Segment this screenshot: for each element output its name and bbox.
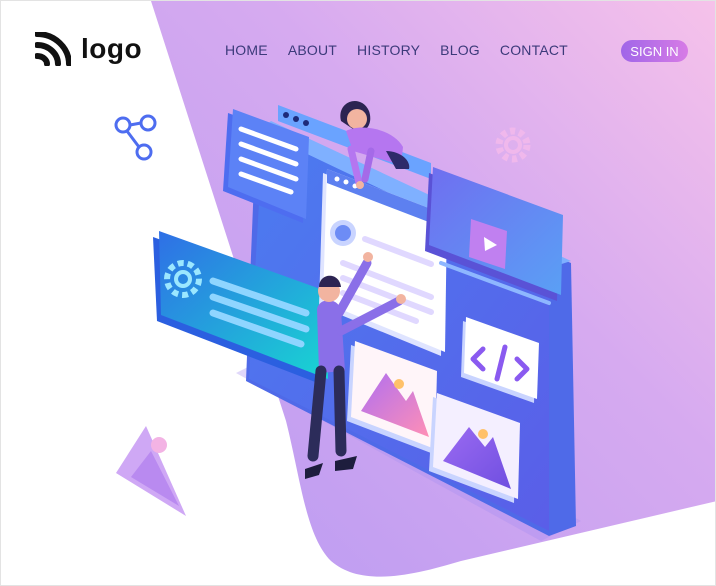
gear-icon (495, 127, 531, 163)
share-icon (114, 114, 157, 161)
hero-illustration (114, 100, 581, 541)
image-icon (116, 426, 186, 516)
landing-page: logo HOME ABOUT HISTORY BLOG CONTACT SIG… (0, 0, 716, 586)
